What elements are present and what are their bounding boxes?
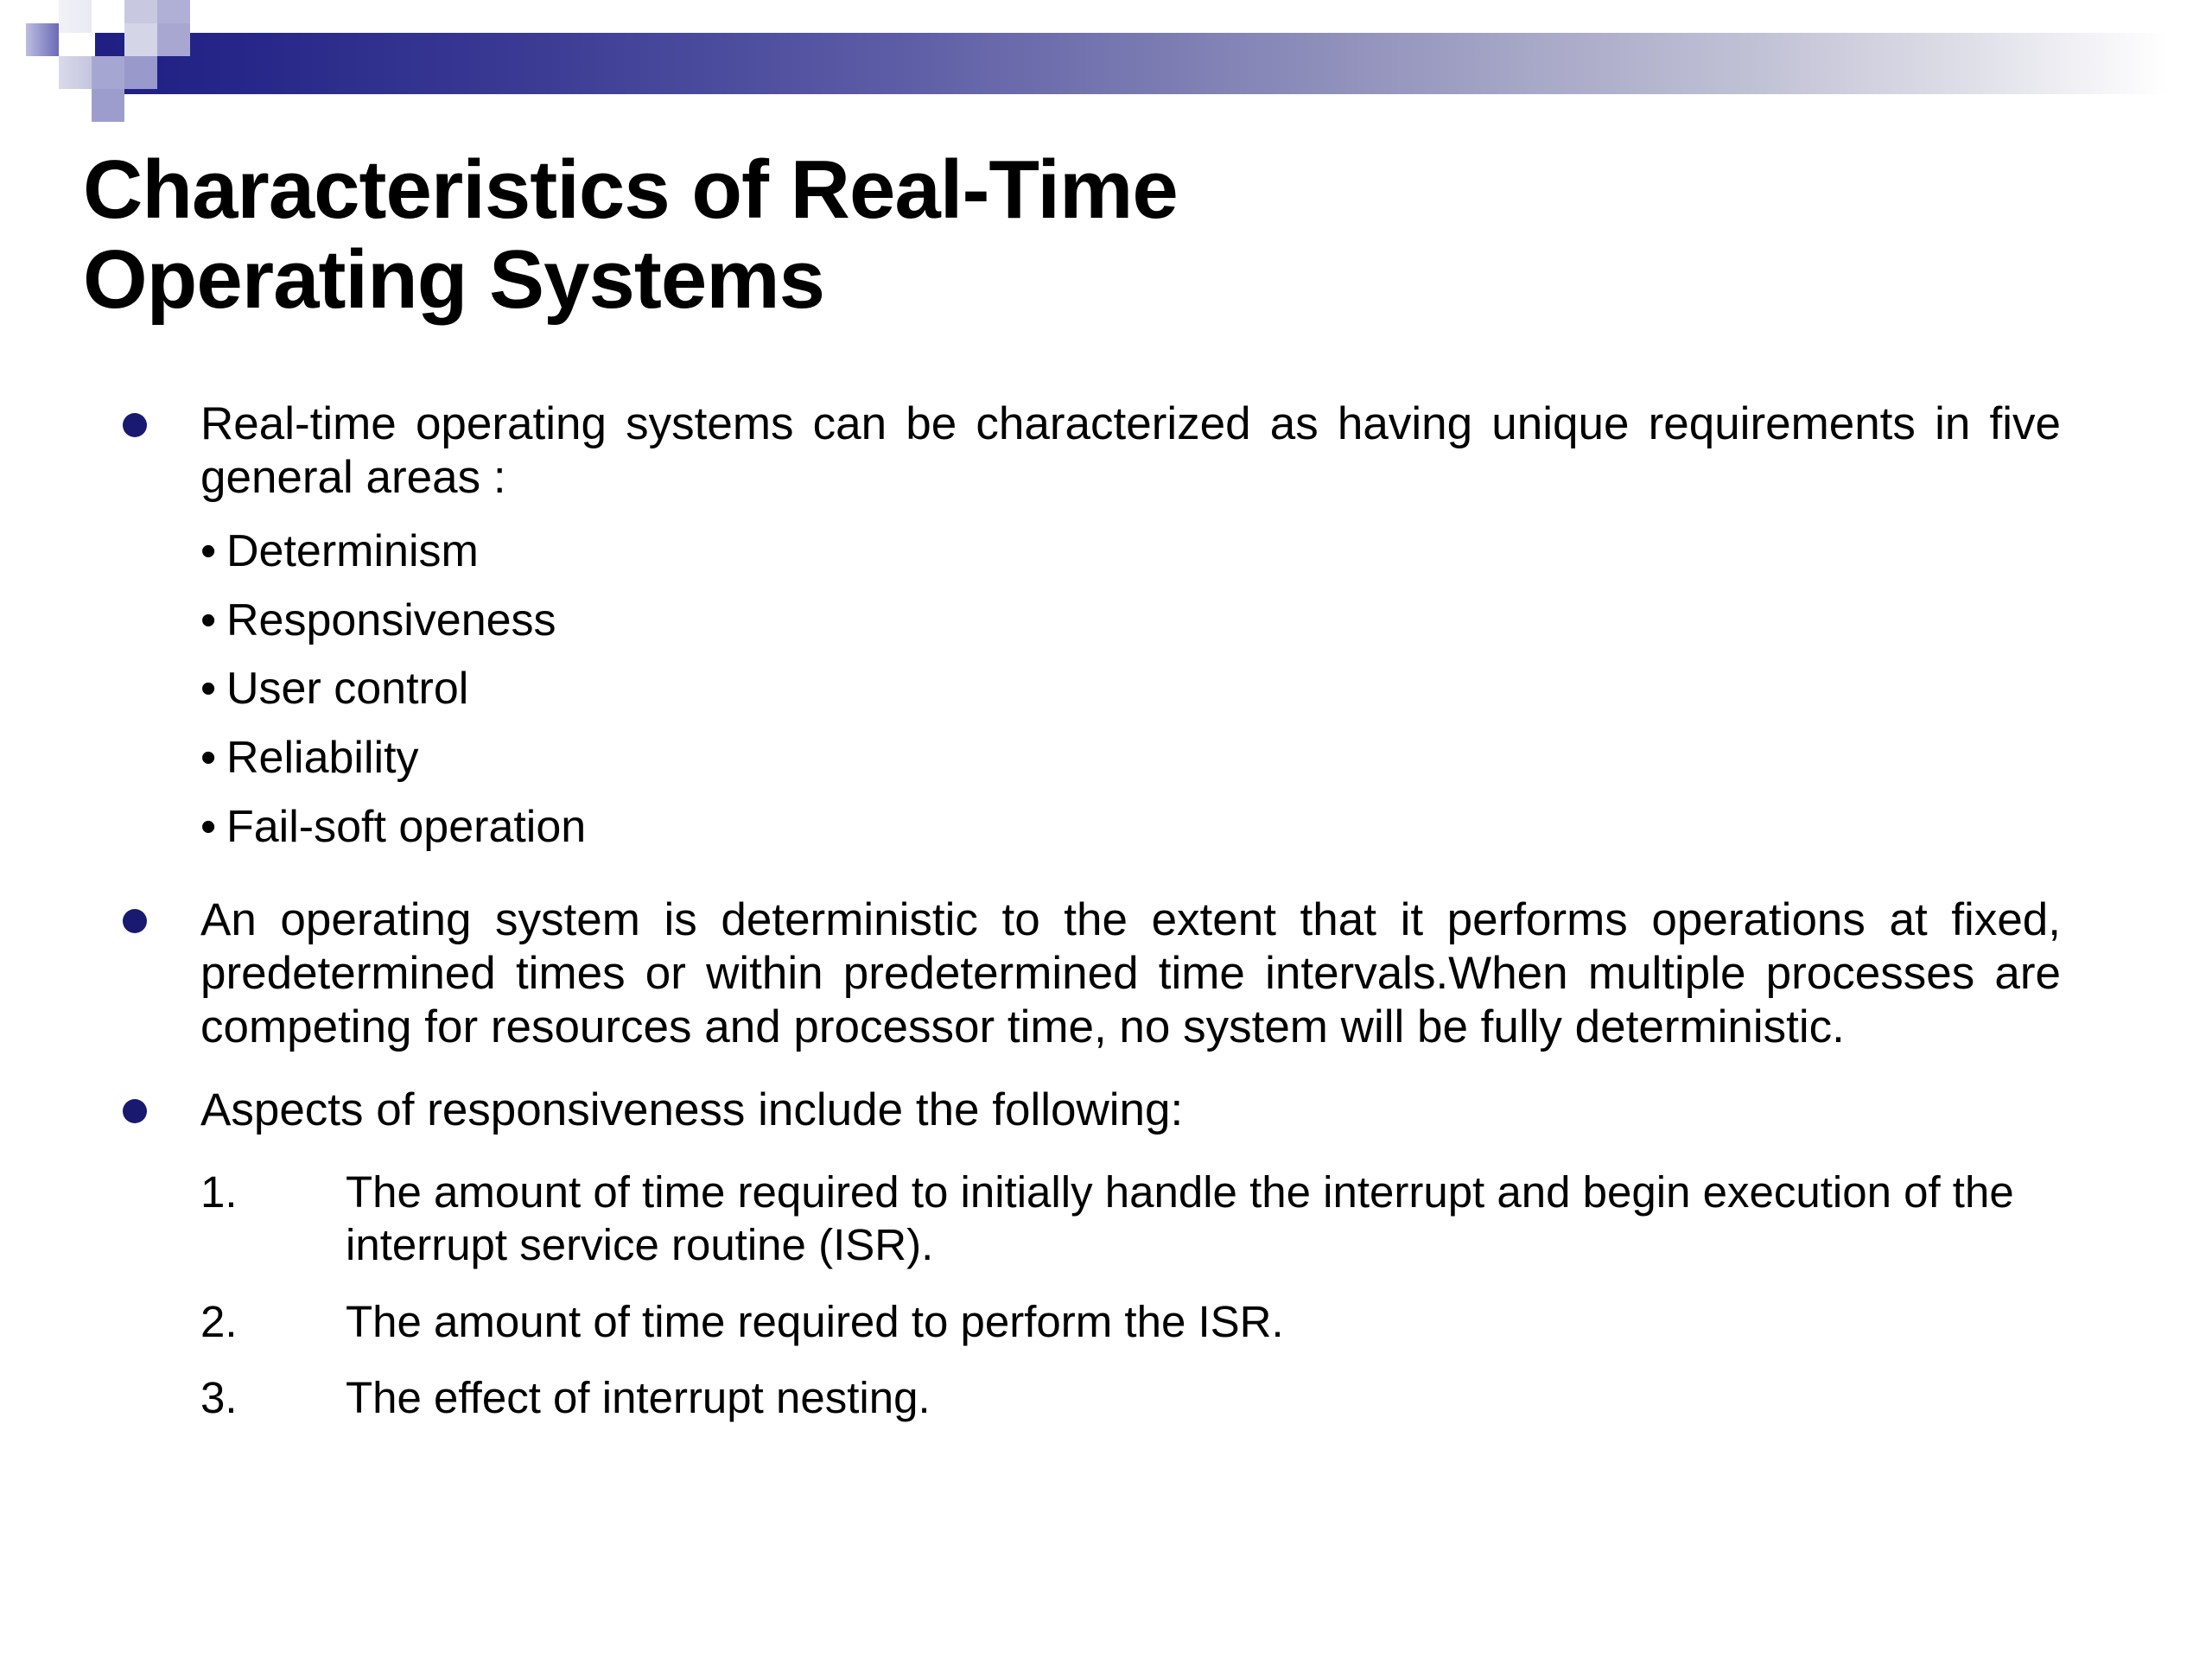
list-item-label: The amount of time required to perform t… <box>346 1296 1284 1346</box>
list-item: • Fail-soft operation <box>0 801 2212 852</box>
title-line-2: Operating Systems <box>83 233 825 327</box>
list-item-label: The amount of time required to initially… <box>346 1167 2014 1270</box>
mosaic-square <box>92 89 124 122</box>
list-item-number: 2. <box>200 1296 238 1346</box>
mosaic-square <box>59 0 92 33</box>
list-item-number: 3. <box>200 1373 238 1423</box>
sub-bullet-icon: • <box>200 526 217 576</box>
list-item-label: User control <box>226 664 469 715</box>
bullet-marker-icon <box>123 1099 147 1124</box>
mosaic-square <box>26 23 59 56</box>
bullet-marker-icon <box>123 413 147 437</box>
list-item: 2. The amount of time required to perfor… <box>0 1296 2212 1349</box>
list-item: 1. The amount of time required to initia… <box>0 1166 2212 1271</box>
mosaic-square <box>124 23 157 56</box>
sub-bullet-icon: • <box>200 733 217 784</box>
bullet-text: An operating system is deterministic to … <box>200 894 2061 1053</box>
list-item: • Reliability <box>0 734 2212 783</box>
mosaic-square <box>157 0 190 33</box>
mosaic-square <box>59 56 92 89</box>
slide-content: Real-time operating systems can be chara… <box>0 397 2212 1449</box>
list-item-label: Fail-soft operation <box>226 801 587 852</box>
list-item-label: Reliability <box>226 733 419 784</box>
responsiveness-numbered-list: 1. The amount of time required to initia… <box>0 1166 2212 1425</box>
bullet-paragraph-1: Real-time operating systems can be chara… <box>0 397 2212 505</box>
list-item: • Determinism <box>0 527 2212 576</box>
sub-bullet-icon: • <box>200 664 217 715</box>
page-title: Characteristics of Real-Time Operating S… <box>83 149 2105 328</box>
header-gradient-bar <box>95 33 2169 94</box>
bullet-paragraph-2: An operating system is deterministic to … <box>0 893 2212 1054</box>
list-item-label: Determinism <box>226 526 479 576</box>
characteristics-sub-list: • Determinism • Responsiveness • User contr… <box>0 527 2212 851</box>
sub-bullet-icon: • <box>200 801 217 852</box>
title-line-1: Characteristics of Real-Time <box>83 143 1179 237</box>
bullet-paragraph-3: Aspects of responsiveness include the fo… <box>0 1084 2212 1137</box>
list-item-number: 1. <box>200 1167 238 1217</box>
sub-bullet-icon: • <box>200 594 217 645</box>
list-item-label: Responsiveness <box>226 594 556 645</box>
bullet-marker-icon <box>123 909 147 934</box>
bullet-text: Real-time operating systems can be chara… <box>200 398 2061 503</box>
mosaic-square <box>124 0 157 33</box>
list-item: 3. The effect of interrupt nesting. <box>0 1372 2212 1425</box>
mosaic-square-fade <box>0 0 95 199</box>
bullet-text: Aspects of responsiveness include the fo… <box>200 1084 1184 1136</box>
mosaic-square <box>92 56 124 89</box>
list-item-label: The effect of interrupt nesting. <box>346 1373 931 1423</box>
mosaic-square <box>157 23 190 56</box>
list-item: • User control <box>0 664 2212 714</box>
mosaic-square <box>124 56 157 89</box>
list-item: • Responsiveness <box>0 594 2212 645</box>
